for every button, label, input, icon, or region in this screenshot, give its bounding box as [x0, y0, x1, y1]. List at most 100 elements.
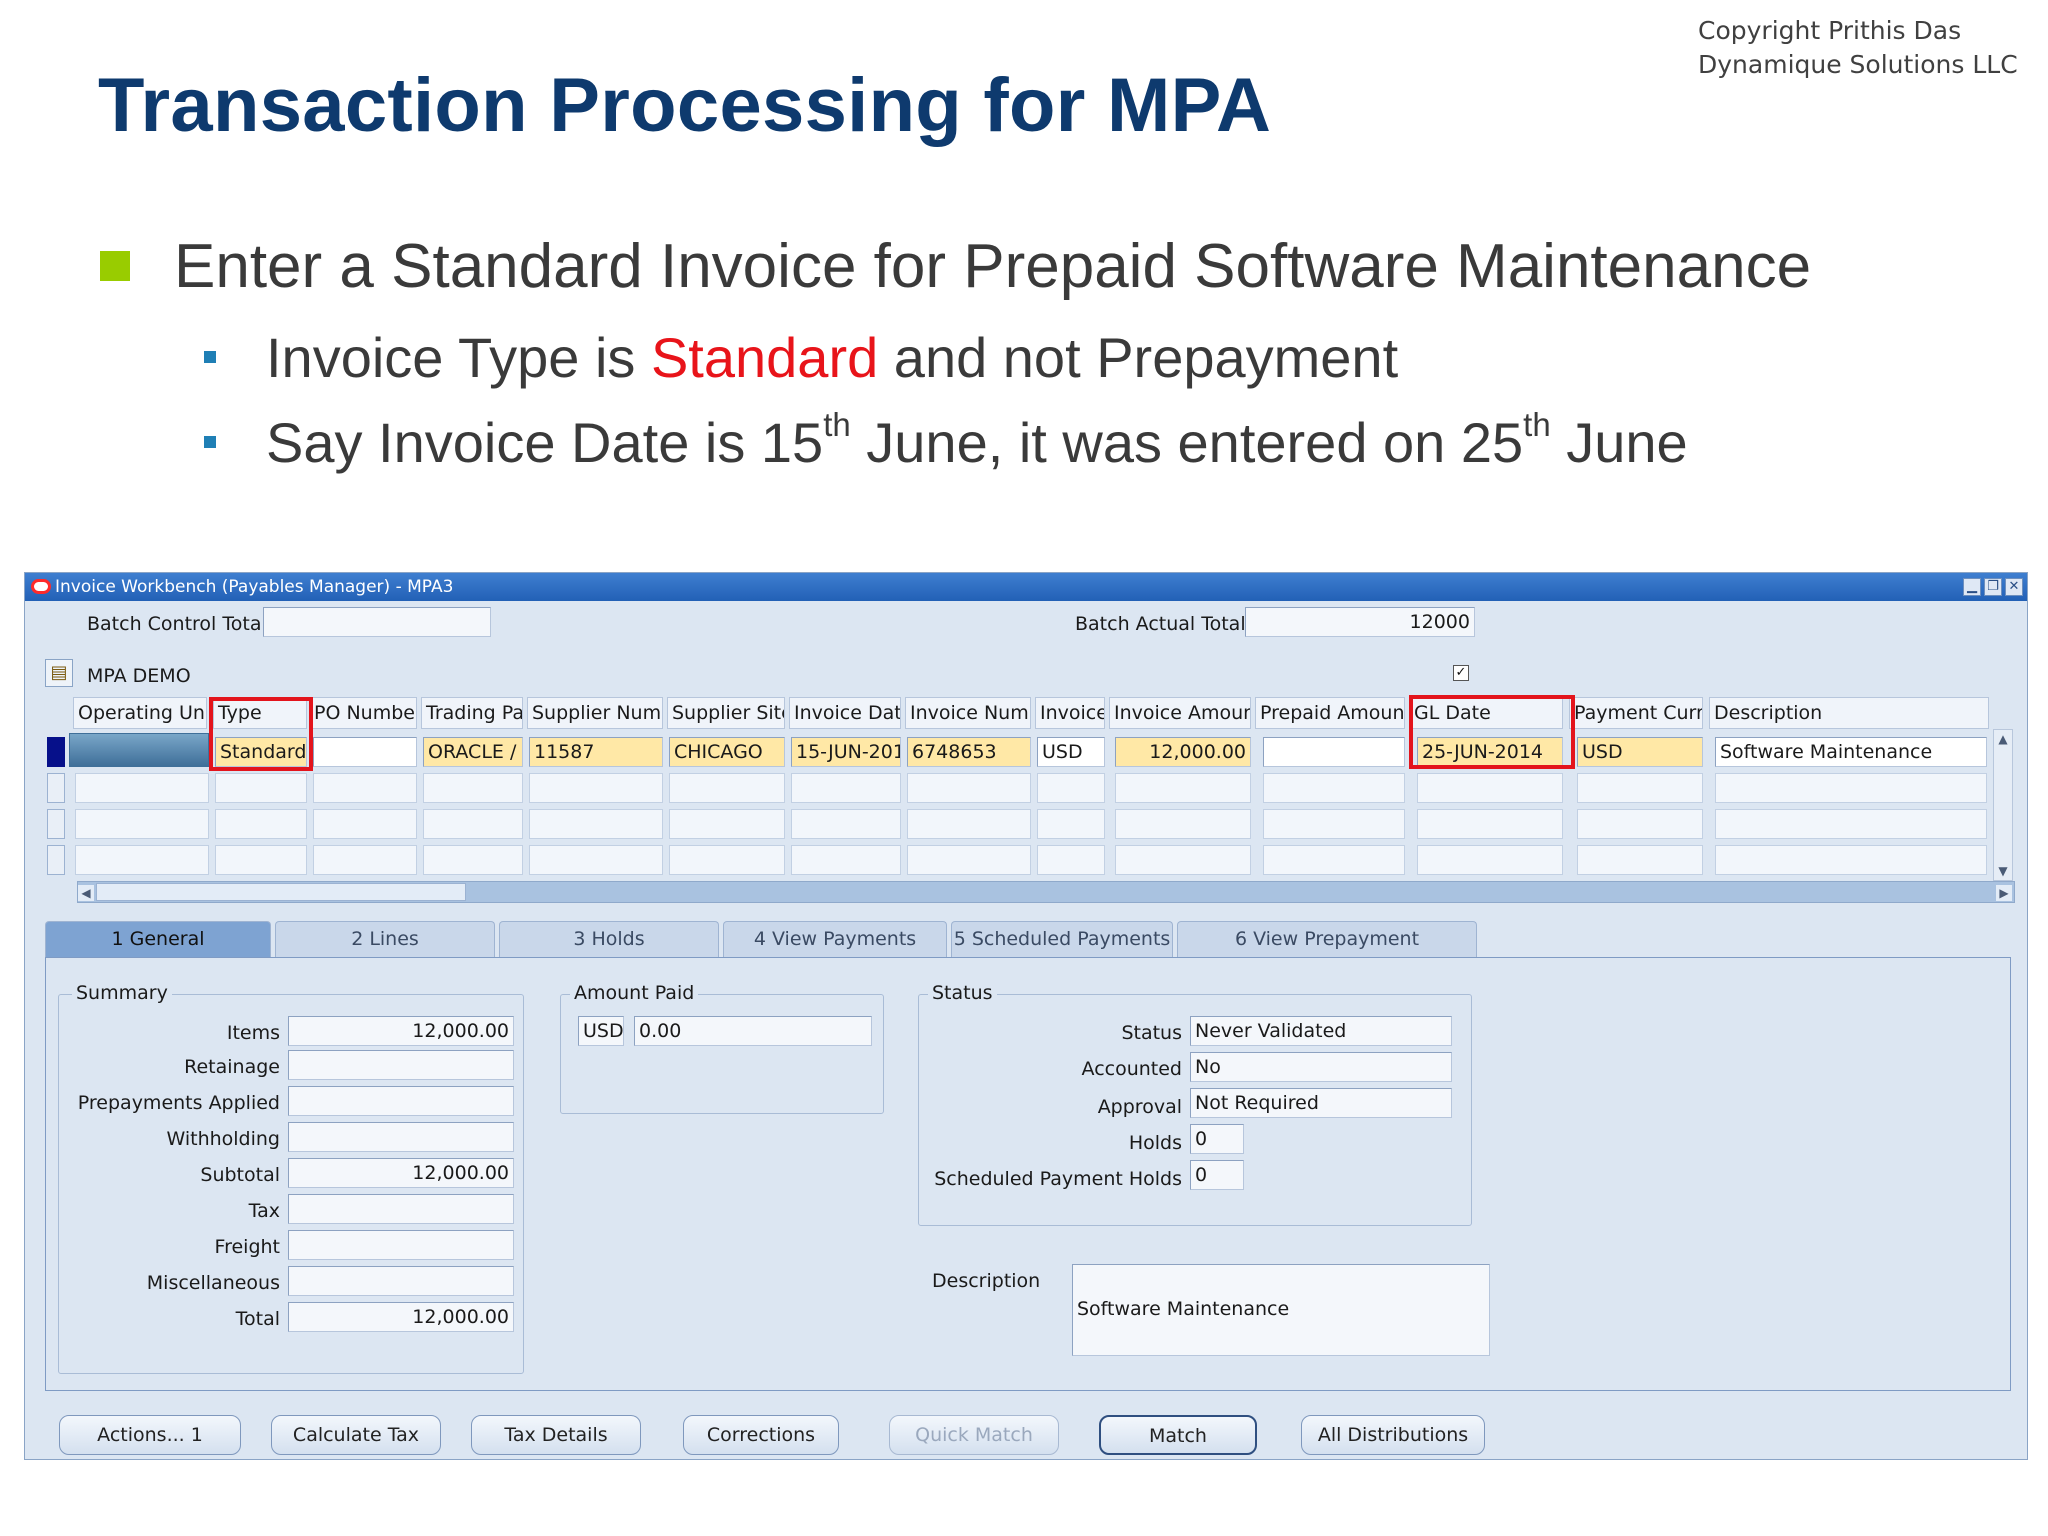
empty-cell[interactable] [1037, 845, 1105, 875]
description-textarea[interactable]: Software Maintenance [1072, 1264, 1490, 1356]
empty-cell[interactable] [313, 773, 417, 803]
subtotal-field[interactable]: 12,000.00 [288, 1158, 514, 1188]
invoice-amount-field[interactable]: 12,000.00 [1115, 737, 1251, 767]
amount-paid-value-field[interactable]: 0.00 [634, 1016, 872, 1046]
empty-cell[interactable] [1577, 809, 1703, 839]
tab-general[interactable]: 1 General [45, 921, 271, 957]
empty-cell[interactable] [1037, 809, 1105, 839]
row-selector[interactable] [47, 845, 65, 875]
empty-cell[interactable] [1715, 773, 1987, 803]
accounted-field[interactable]: No [1190, 1052, 1452, 1082]
scroll-up-icon[interactable]: ▲ [1994, 732, 2012, 746]
row-selector[interactable] [47, 773, 65, 803]
invoice-currency-field[interactable]: USD [1037, 737, 1105, 767]
close-icon[interactable]: ✕ [2005, 578, 2023, 596]
withholding-field[interactable] [288, 1122, 514, 1152]
empty-cell[interactable] [1577, 845, 1703, 875]
scheduled-payment-holds-field[interactable]: 0 [1190, 1160, 1244, 1190]
supplier-site-field[interactable]: CHICAGO [669, 737, 785, 767]
match-button[interactable]: Match [1099, 1415, 1257, 1455]
trading-partner-field[interactable]: ORACLE / [423, 737, 523, 767]
empty-cell[interactable] [1037, 773, 1105, 803]
scroll-left-icon[interactable]: ◀ [78, 885, 94, 901]
grid-vertical-scrollbar[interactable]: ▲ ▼ [1993, 729, 2013, 881]
empty-cell[interactable] [215, 773, 307, 803]
freight-field[interactable] [288, 1230, 514, 1260]
empty-cell[interactable] [1417, 845, 1563, 875]
po-number-field[interactable] [313, 737, 417, 767]
scroll-right-icon[interactable]: ▶ [1996, 885, 2012, 901]
empty-cell[interactable] [1115, 809, 1251, 839]
invoice-date-field[interactable]: 15-JUN-2014 [791, 737, 901, 767]
empty-cell[interactable] [1263, 773, 1405, 803]
empty-cell[interactable] [529, 809, 663, 839]
batch-actual-total-field[interactable]: 12000 [1245, 607, 1475, 637]
scrollbar-thumb[interactable] [96, 883, 466, 901]
row-selector-active[interactable] [47, 737, 65, 767]
empty-cell[interactable] [529, 845, 663, 875]
quick-match-button[interactable]: Quick Match [889, 1415, 1059, 1455]
holds-field[interactable]: 0 [1190, 1124, 1244, 1154]
empty-cell[interactable] [669, 809, 785, 839]
prepaid-amount-field[interactable] [1263, 737, 1405, 767]
approval-field[interactable]: Not Required [1190, 1088, 1452, 1118]
row-selector[interactable] [47, 809, 65, 839]
empty-cell[interactable] [1417, 809, 1563, 839]
tab-scheduled-payments[interactable]: 5 Scheduled Payments [951, 921, 1173, 957]
empty-cell[interactable] [313, 809, 417, 839]
empty-cell[interactable] [529, 773, 663, 803]
empty-cell[interactable] [75, 809, 209, 839]
description-field[interactable]: Software Maintenance [1715, 737, 1987, 767]
tax-details-button[interactable]: Tax Details [471, 1415, 641, 1455]
empty-cell[interactable] [75, 773, 209, 803]
supplier-num-field[interactable]: 11587 [529, 737, 663, 767]
empty-cell[interactable] [669, 845, 785, 875]
empty-cell[interactable] [423, 809, 523, 839]
invoice-num-field[interactable]: 6748653 [907, 737, 1031, 767]
batch-checkbox[interactable]: ✓ [1453, 665, 1469, 681]
prepayments-applied-field[interactable] [288, 1086, 514, 1116]
amount-paid-currency-field[interactable]: USD [578, 1016, 624, 1046]
empty-cell[interactable] [1577, 773, 1703, 803]
grid-horizontal-scrollbar[interactable]: ◀ ▶ [77, 881, 2015, 903]
empty-cell[interactable] [791, 809, 901, 839]
miscellaneous-field[interactable] [288, 1266, 514, 1296]
status-field[interactable]: Never Validated [1190, 1016, 1452, 1046]
actions-button[interactable]: Actions... 1 [59, 1415, 241, 1455]
empty-cell[interactable] [1115, 845, 1251, 875]
empty-cell[interactable] [791, 845, 901, 875]
empty-cell[interactable] [423, 845, 523, 875]
restore-icon[interactable]: ❐ [1984, 578, 2002, 596]
total-field[interactable]: 12,000.00 [288, 1302, 514, 1332]
empty-cell[interactable] [1715, 845, 1987, 875]
empty-cell[interactable] [1263, 809, 1405, 839]
empty-cell[interactable] [791, 773, 901, 803]
batch-control-total-field[interactable] [263, 607, 491, 637]
operating-unit-field[interactable] [69, 733, 209, 767]
calculate-tax-button[interactable]: Calculate Tax [271, 1415, 441, 1455]
empty-cell[interactable] [1263, 845, 1405, 875]
folder-icon[interactable]: ▤ [45, 659, 73, 687]
minimize-icon[interactable]: ▁ [1963, 578, 1981, 596]
empty-cell[interactable] [1115, 773, 1251, 803]
empty-cell[interactable] [215, 845, 307, 875]
tab-view-prepayment-applications[interactable]: 6 View Prepayment Applications [1177, 921, 1477, 984]
empty-cell[interactable] [423, 773, 523, 803]
retainage-field[interactable] [288, 1050, 514, 1080]
empty-cell[interactable] [907, 845, 1031, 875]
corrections-button[interactable]: Corrections [683, 1415, 839, 1455]
tab-holds[interactable]: 3 Holds [499, 921, 719, 957]
empty-cell[interactable] [215, 809, 307, 839]
empty-cell[interactable] [75, 845, 209, 875]
items-field[interactable]: 12,000.00 [288, 1016, 514, 1046]
empty-cell[interactable] [669, 773, 785, 803]
empty-cell[interactable] [907, 809, 1031, 839]
all-distributions-button[interactable]: All Distributions [1301, 1415, 1485, 1455]
tab-view-payments[interactable]: 4 View Payments [723, 921, 947, 957]
tax-field[interactable] [288, 1194, 514, 1224]
payment-curr-field[interactable]: USD [1577, 737, 1703, 767]
scroll-down-icon[interactable]: ▼ [1994, 864, 2012, 878]
empty-cell[interactable] [1715, 809, 1987, 839]
empty-cell[interactable] [907, 773, 1031, 803]
tab-lines[interactable]: 2 Lines [275, 921, 495, 957]
